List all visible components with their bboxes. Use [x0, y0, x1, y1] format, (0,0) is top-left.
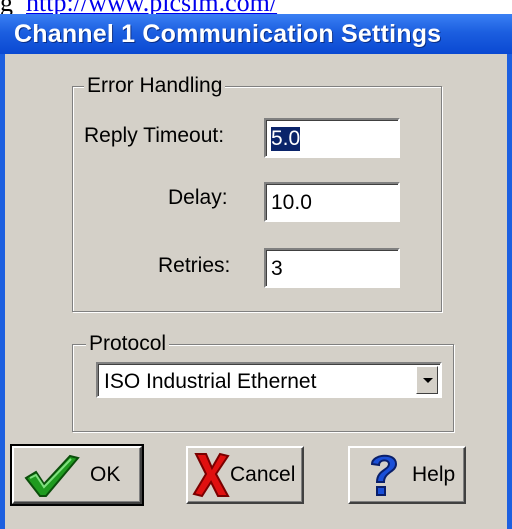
help-button[interactable]: Help [348, 446, 466, 504]
page-top-strip: g http://www.plcsim.com/ [0, 0, 512, 14]
window-frame-right [507, 54, 512, 529]
reply-timeout-field[interactable]: 5.0 [264, 118, 400, 158]
protocol-title: Protocol [86, 332, 170, 356]
retries-value: 3 [271, 257, 283, 280]
delay-value: 10.0 [271, 191, 312, 214]
retries-label: Retries: [158, 254, 231, 277]
protocol-selected-value: ISO Industrial Ethernet [104, 370, 317, 393]
error-handling-title: Error Handling [84, 74, 226, 98]
delay-field[interactable]: 10.0 [264, 182, 400, 222]
reply-timeout-label: Reply Timeout: [84, 124, 225, 147]
protocol-select[interactable]: ISO Industrial Ethernet [96, 362, 442, 398]
cancel-button[interactable]: Cancel [186, 446, 304, 504]
window-title: Channel 1 Communication Settings [14, 20, 442, 48]
dropdown-arrow-icon[interactable] [416, 366, 438, 394]
page-hyperlink[interactable]: http://www.plcsim.com/ [26, 0, 277, 14]
blue-question-mark-icon [370, 454, 398, 496]
leading-glyph: g [0, 0, 13, 14]
cancel-button-label: Cancel [230, 463, 296, 486]
delay-label: Delay: [168, 186, 228, 209]
ok-button-label: OK [90, 463, 121, 486]
help-button-label: Help [412, 463, 456, 486]
reply-timeout-value: 5.0 [271, 127, 301, 151]
green-checkmark-icon [24, 454, 80, 497]
window-frame-left [0, 54, 5, 529]
retries-field[interactable]: 3 [264, 248, 400, 288]
red-x-icon [192, 452, 230, 498]
ok-button[interactable]: OK [10, 444, 144, 506]
